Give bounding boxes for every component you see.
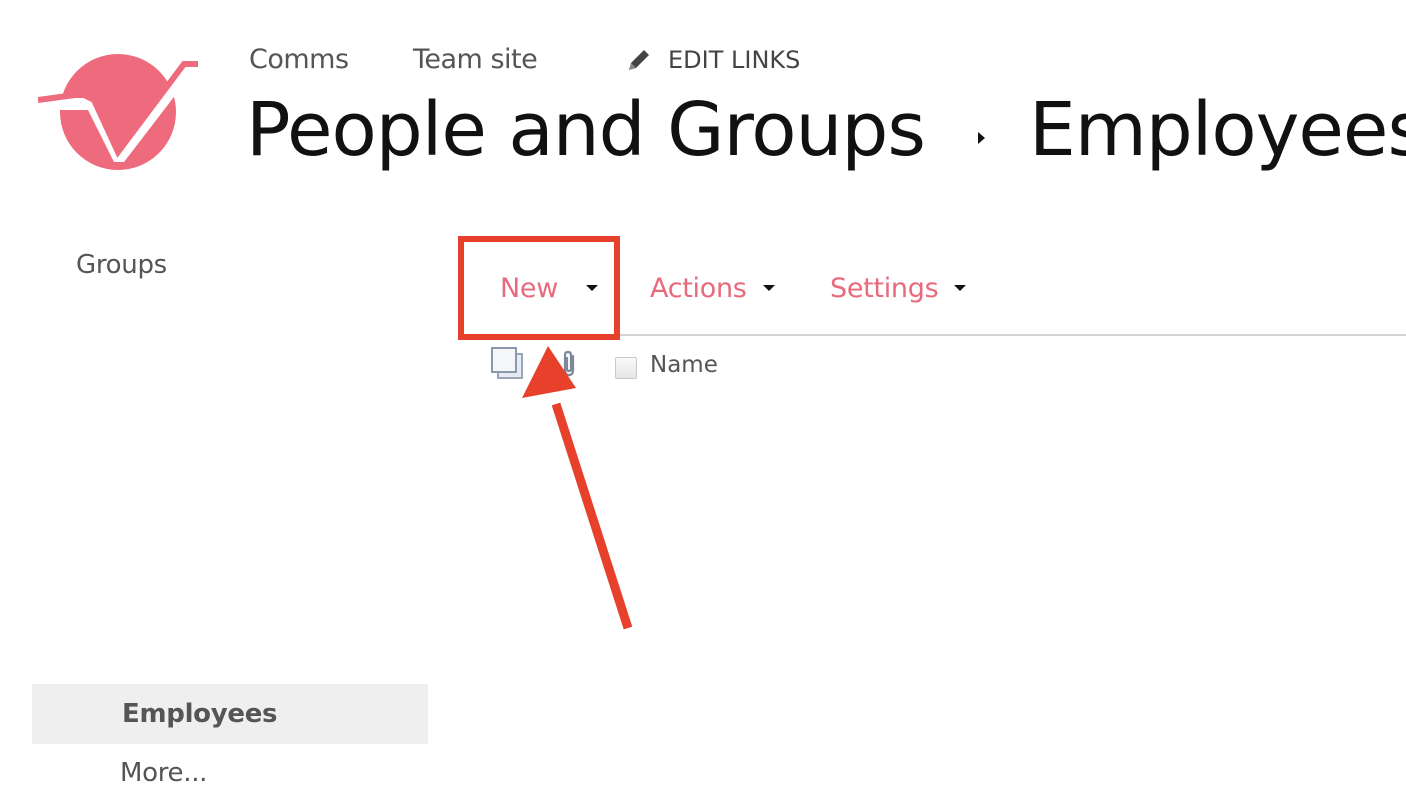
copy-icon[interactable] bbox=[490, 346, 526, 382]
paperclip-icon[interactable] bbox=[558, 350, 580, 378]
settings-menu-button[interactable]: Settings bbox=[830, 268, 967, 308]
caret-right-icon bbox=[977, 132, 985, 144]
site-logo[interactable] bbox=[38, 46, 200, 170]
actions-menu-button[interactable]: Actions bbox=[650, 268, 775, 308]
leftnav-employees-label: Employees bbox=[122, 699, 278, 729]
leftnav-groups[interactable]: Groups bbox=[76, 250, 167, 280]
select-all-checkbox[interactable] bbox=[615, 357, 637, 379]
page: Comms Team site EDIT LINKS People and Gr… bbox=[0, 0, 1406, 806]
topnav-link-comms[interactable]: Comms bbox=[249, 44, 349, 75]
breadcrumb-section[interactable]: People and Groups bbox=[246, 87, 926, 173]
edit-links-button[interactable]: EDIT LINKS bbox=[626, 46, 800, 74]
topnav-link-team-site[interactable]: Team site bbox=[413, 44, 538, 75]
chevron-down-icon bbox=[954, 285, 967, 291]
chevron-down-icon bbox=[762, 285, 775, 291]
leftnav-employees[interactable]: Employees bbox=[32, 684, 428, 744]
breadcrumb-current-page: Employees bbox=[1028, 87, 1406, 173]
actions-label: Actions bbox=[650, 272, 747, 304]
column-header-name[interactable]: Name bbox=[650, 352, 718, 378]
page-title: People and Groups Employees bbox=[246, 82, 1406, 178]
settings-label: Settings bbox=[830, 272, 939, 304]
annotation-arrow bbox=[522, 346, 633, 630]
leftnav-more[interactable]: More... bbox=[120, 758, 207, 788]
highlight-box bbox=[458, 236, 620, 340]
pencil-icon bbox=[629, 50, 649, 70]
edit-links-label: EDIT LINKS bbox=[668, 46, 801, 74]
